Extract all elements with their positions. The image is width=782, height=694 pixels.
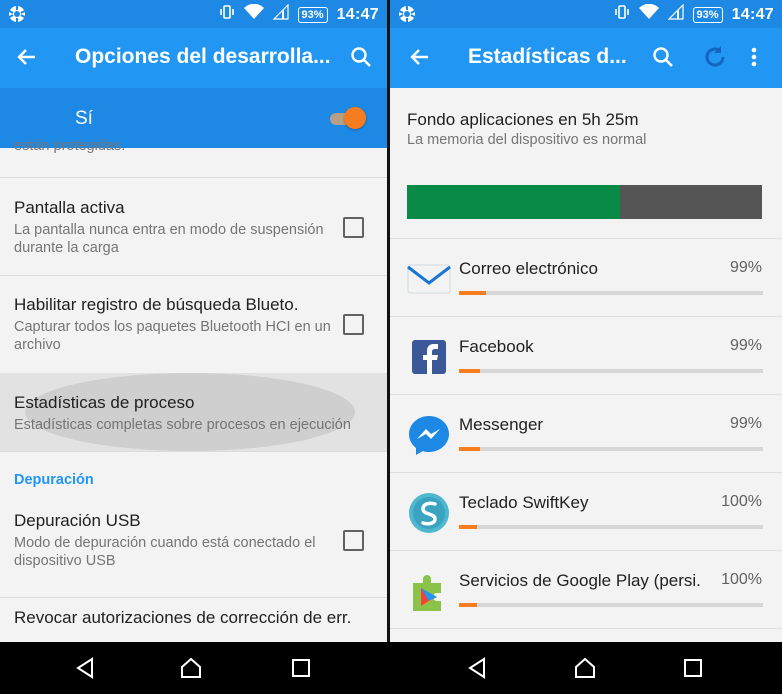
home-nav-icon[interactable]	[178, 655, 204, 681]
search-icon[interactable]	[648, 42, 678, 72]
clock: 14:47	[731, 5, 774, 23]
setting-description: Modo de depuración cuando está conectado…	[14, 535, 316, 569]
wifi-icon	[638, 3, 659, 25]
app-name: Facebook	[459, 337, 534, 356]
memory-usage-fill	[407, 185, 620, 219]
back-nav-icon[interactable]	[72, 655, 98, 681]
app-percent: 99%	[729, 337, 762, 354]
clock: 14:47	[336, 5, 379, 23]
truncated-description: están protegidas.	[14, 138, 126, 153]
setting-description: Estadísticas completas sobre procesos en…	[14, 417, 351, 433]
search-icon[interactable]	[346, 42, 376, 72]
setting-title: Habilitar registro de búsqueda Blueto.	[14, 295, 299, 314]
app-row[interactable]: Facebook 99%	[390, 316, 782, 395]
setting-description: La pantalla nunca entra en modo de suspe…	[14, 222, 324, 256]
setting-title: Depuración USB	[14, 511, 141, 530]
app-usage-bar	[459, 447, 763, 451]
swiftkey-icon	[407, 491, 451, 535]
vibrate-icon	[614, 4, 630, 25]
overflow-menu-icon[interactable]	[739, 42, 769, 72]
setting-description: Capturar todos los paquetes Bluetooth HC…	[14, 319, 331, 353]
google-play-services-icon	[407, 569, 451, 613]
background-summary-title: Fondo aplicaciones en 5h 25m	[407, 110, 639, 129]
developer-options-screen: 93% 14:47 Opciones del desarrolla... Sí …	[0, 0, 387, 642]
recents-nav-icon[interactable]	[288, 655, 314, 681]
setting-bluetooth-hci-log[interactable]: Habilitar registro de búsqueda Blueto. C…	[0, 276, 387, 374]
app-usage-fill	[459, 525, 478, 529]
setting-revoke-authorizations[interactable]: Revocar autorizaciones de corrección de …	[0, 598, 387, 642]
back-arrow-icon[interactable]	[405, 42, 435, 72]
signal-icon	[667, 3, 684, 25]
setting-title: Revocar autorizaciones de corrección de …	[14, 608, 352, 627]
stay-awake-checkbox[interactable]	[343, 217, 364, 238]
app-usage-bar	[459, 603, 763, 607]
battery-level: 93%	[692, 6, 723, 23]
app-name: Correo electrónico	[459, 259, 598, 278]
app-name: Messenger	[459, 415, 544, 434]
signal-icon	[272, 3, 289, 25]
process-stats-screen: 93% 14:47 Estadísticas d... Fondo aplica…	[390, 0, 782, 642]
app-usage-fill	[459, 369, 481, 373]
facebook-icon	[407, 335, 451, 379]
master-switch-label: Sí	[75, 108, 93, 129]
app-row[interactable]: Correo electrónico 99%	[390, 238, 782, 317]
toggle-knob[interactable]	[344, 107, 366, 129]
usb-debugging-checkbox[interactable]	[343, 530, 364, 551]
memory-usage-bar	[407, 185, 762, 219]
app-percent: 100%	[721, 493, 762, 510]
app-bar: Estadísticas d...	[390, 28, 782, 88]
setting-title: Estadísticas de proceso	[14, 393, 195, 412]
back-nav-icon[interactable]	[464, 655, 490, 681]
wifi-icon	[243, 3, 264, 25]
page-title: Opciones del desarrolla...	[75, 45, 331, 68]
app-row[interactable]: Teclado SwiftKey 100%	[390, 472, 782, 551]
page-title: Estadísticas d...	[468, 45, 627, 68]
app-name: Servicios de Google Play (persi.	[459, 571, 701, 590]
app-usage-fill	[459, 603, 478, 607]
messenger-icon	[407, 413, 451, 457]
app-percent: 100%	[721, 571, 762, 588]
setting-stay-awake[interactable]: Pantalla activa La pantalla nunca entra …	[0, 178, 387, 276]
setting-usb-debugging[interactable]: Depuración USB Modo de depuración cuando…	[0, 499, 387, 598]
app-row[interactable]: Messenger 99%	[390, 394, 782, 473]
setting-title: Pantalla activa	[14, 198, 125, 217]
app-usage-fill	[459, 447, 481, 451]
app-percent: 99%	[729, 259, 762, 276]
bluetooth-hci-log-checkbox[interactable]	[343, 314, 364, 335]
app-usage-bar	[459, 369, 763, 373]
memory-status-text: La memoria del dispositivo es normal	[407, 132, 647, 148]
playstation-icon	[8, 5, 26, 28]
app-row[interactable]: Servicios de Google Play (persi. 100%	[390, 550, 782, 629]
battery-level: 93%	[297, 6, 328, 23]
email-icon	[407, 257, 451, 301]
status-bar: 93% 14:47	[390, 0, 782, 28]
navigation-bar	[0, 642, 782, 694]
recents-nav-icon[interactable]	[680, 655, 706, 681]
status-bar: 93% 14:47	[0, 0, 387, 28]
section-header-debugging: Depuración	[14, 472, 94, 488]
app-usage-fill	[459, 291, 487, 295]
app-percent: 99%	[729, 415, 762, 432]
vibrate-icon	[219, 4, 235, 25]
app-bar: Opciones del desarrolla...	[0, 28, 387, 88]
playstation-icon	[398, 5, 416, 28]
app-name: Teclado SwiftKey	[459, 493, 589, 512]
refresh-icon[interactable]	[700, 42, 730, 72]
app-usage-bar	[459, 525, 763, 529]
app-usage-bar	[459, 291, 763, 295]
home-nav-icon[interactable]	[572, 655, 598, 681]
setting-process-stats[interactable]: Estadísticas de proceso Estadísticas com…	[0, 373, 387, 452]
back-arrow-icon[interactable]	[12, 42, 42, 72]
